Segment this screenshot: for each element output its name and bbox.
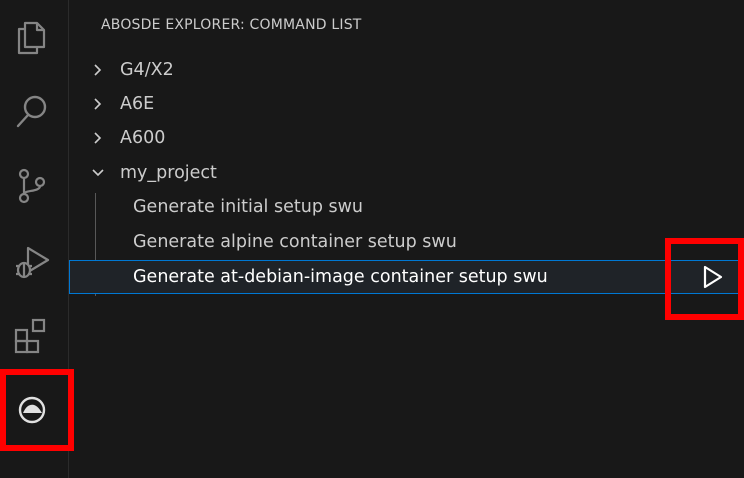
sidebar-panel: ABOSDE EXPLORER: COMMAND LIST G4/X2 A6E …: [69, 0, 744, 478]
command-label: Generate initial setup swu: [133, 197, 364, 217]
sidebar-title: ABOSDE EXPLORER: COMMAND LIST: [101, 17, 362, 33]
tree-item-a600[interactable]: A600: [69, 121, 744, 155]
tree-item-label: my_project: [120, 163, 217, 183]
command-item[interactable]: Generate alpine container setup swu: [69, 225, 744, 259]
chevron-down-icon: [91, 166, 105, 180]
tree-item-label: A600: [120, 128, 166, 148]
chevron-right-icon: [91, 63, 105, 77]
tree-item-a6e[interactable]: A6E: [69, 87, 744, 121]
tree-item-g4-x2[interactable]: G4/X2: [69, 53, 744, 87]
chevron-right-icon: [91, 97, 105, 111]
tree-item-my-project[interactable]: my_project: [69, 156, 744, 190]
tree-item-label: G4/X2: [120, 60, 174, 80]
tree-item-label: A6E: [120, 94, 155, 114]
highlight-box-play: [665, 238, 744, 320]
command-label: Generate at-debian-image container setup…: [133, 267, 548, 287]
command-item[interactable]: Generate initial setup swu: [69, 190, 744, 224]
command-item-selected[interactable]: Generate at-debian-image container setup…: [69, 260, 744, 294]
run-debug-icon[interactable]: [12, 242, 52, 282]
search-icon[interactable]: [12, 92, 52, 132]
files-icon[interactable]: [12, 17, 52, 57]
highlight-box-abosde: [0, 369, 74, 451]
source-control-icon[interactable]: [12, 166, 52, 206]
command-label: Generate alpine container setup swu: [133, 232, 457, 252]
chevron-right-icon: [91, 131, 105, 145]
extensions-icon[interactable]: [12, 316, 52, 356]
